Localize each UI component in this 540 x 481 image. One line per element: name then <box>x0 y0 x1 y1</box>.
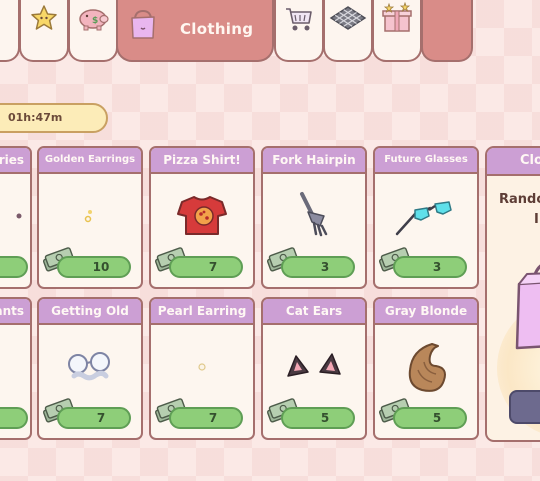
price-value: 5 <box>432 411 442 425</box>
star-icon <box>30 4 58 36</box>
promo-text-line1: Rando <box>499 192 540 207</box>
item-name: ries <box>0 148 30 174</box>
fork-hairpin-art <box>263 176 365 256</box>
tab-flooring[interactable] <box>323 0 373 62</box>
price-value: 7 <box>208 411 218 425</box>
item-card[interactable]: Gray Blonde 5 <box>373 297 479 440</box>
price-value: 5 <box>320 411 330 425</box>
future-glasses-art <box>375 176 477 256</box>
cat-ears-art <box>263 327 365 407</box>
getting-old-art <box>39 327 141 407</box>
shopping-bag-icon <box>513 244 540 358</box>
price-value: 3 <box>432 260 442 274</box>
promo-title: Clo <box>487 148 540 176</box>
price-badge: 3 <box>281 256 355 278</box>
price-badge: 7 <box>57 407 131 429</box>
price-value: 10 <box>92 260 110 274</box>
svg-text:$: $ <box>92 16 98 26</box>
refresh-timer: 01h:47m <box>0 103 108 133</box>
item-name: Fork Hairpin <box>263 148 365 174</box>
random-item-panel[interactable]: Clo Rando I <box>485 146 540 442</box>
item-card[interactable]: Pearl Earring 7 <box>149 297 255 440</box>
promo-button[interactable] <box>509 390 540 424</box>
item-card[interactable]: Fork Hairpin 3 <box>261 146 367 289</box>
tab-partial[interactable] <box>0 0 20 62</box>
item-name: Pearl Earring <box>151 299 253 325</box>
item-card[interactable]: Golden Earrings 10 <box>37 146 143 289</box>
golden-earrings-art <box>39 176 141 256</box>
price-badge <box>0 256 28 278</box>
timer-text: 01h:47m <box>8 111 63 124</box>
item-card[interactable]: ries <box>0 146 32 289</box>
floor-tile-icon <box>329 5 367 35</box>
tab-savings[interactable]: $ <box>68 0 118 62</box>
item-name: Getting Old <box>39 299 141 325</box>
tab-more[interactable] <box>421 0 473 62</box>
item-name: ants <box>0 299 30 325</box>
gray-blonde-art <box>375 327 477 407</box>
item-card[interactable]: Pizza Shirt! 7 <box>149 146 255 289</box>
tab-furniture[interactable] <box>274 0 324 62</box>
tab-favorites[interactable] <box>19 0 69 62</box>
item-card[interactable]: Cat Ears 5 <box>261 297 367 440</box>
price-badge: 5 <box>281 407 355 429</box>
price-value: 7 <box>208 260 218 274</box>
item-art <box>0 176 30 256</box>
pearl-earring-art <box>151 327 253 407</box>
tab-clothing[interactable]: Clothing <box>116 0 274 62</box>
price-badge: 7 <box>169 256 243 278</box>
active-tab-label: Clothing <box>180 20 254 38</box>
shopping-cart-icon <box>283 3 315 37</box>
price-value: 7 <box>96 411 106 425</box>
item-card[interactable]: Future Glasses 3 <box>373 146 479 289</box>
promo-text-line2: I <box>534 212 539 227</box>
price-badge: 5 <box>393 407 467 429</box>
price-badge: 10 <box>57 256 131 278</box>
pizza-shirt-art <box>151 176 253 256</box>
price-badge: 3 <box>393 256 467 278</box>
category-tab-bar: $ Clothing <box>0 0 540 64</box>
item-name: Future Glasses <box>375 148 477 174</box>
price-badge: 7 <box>169 407 243 429</box>
item-name: Golden Earrings <box>39 148 141 174</box>
shopping-bag-icon <box>128 8 158 44</box>
price-badge <box>0 407 28 429</box>
tab-gifts[interactable] <box>372 0 422 62</box>
price-value: 3 <box>320 260 330 274</box>
item-card[interactable]: ants <box>0 297 32 440</box>
item-name: Gray Blonde <box>375 299 477 325</box>
item-name: Cat Ears <box>263 299 365 325</box>
piggy-bank-icon: $ <box>75 4 111 36</box>
item-card[interactable]: Getting Old 7 <box>37 297 143 440</box>
item-name: Pizza Shirt! <box>151 148 253 174</box>
gift-box-icon <box>380 1 414 38</box>
